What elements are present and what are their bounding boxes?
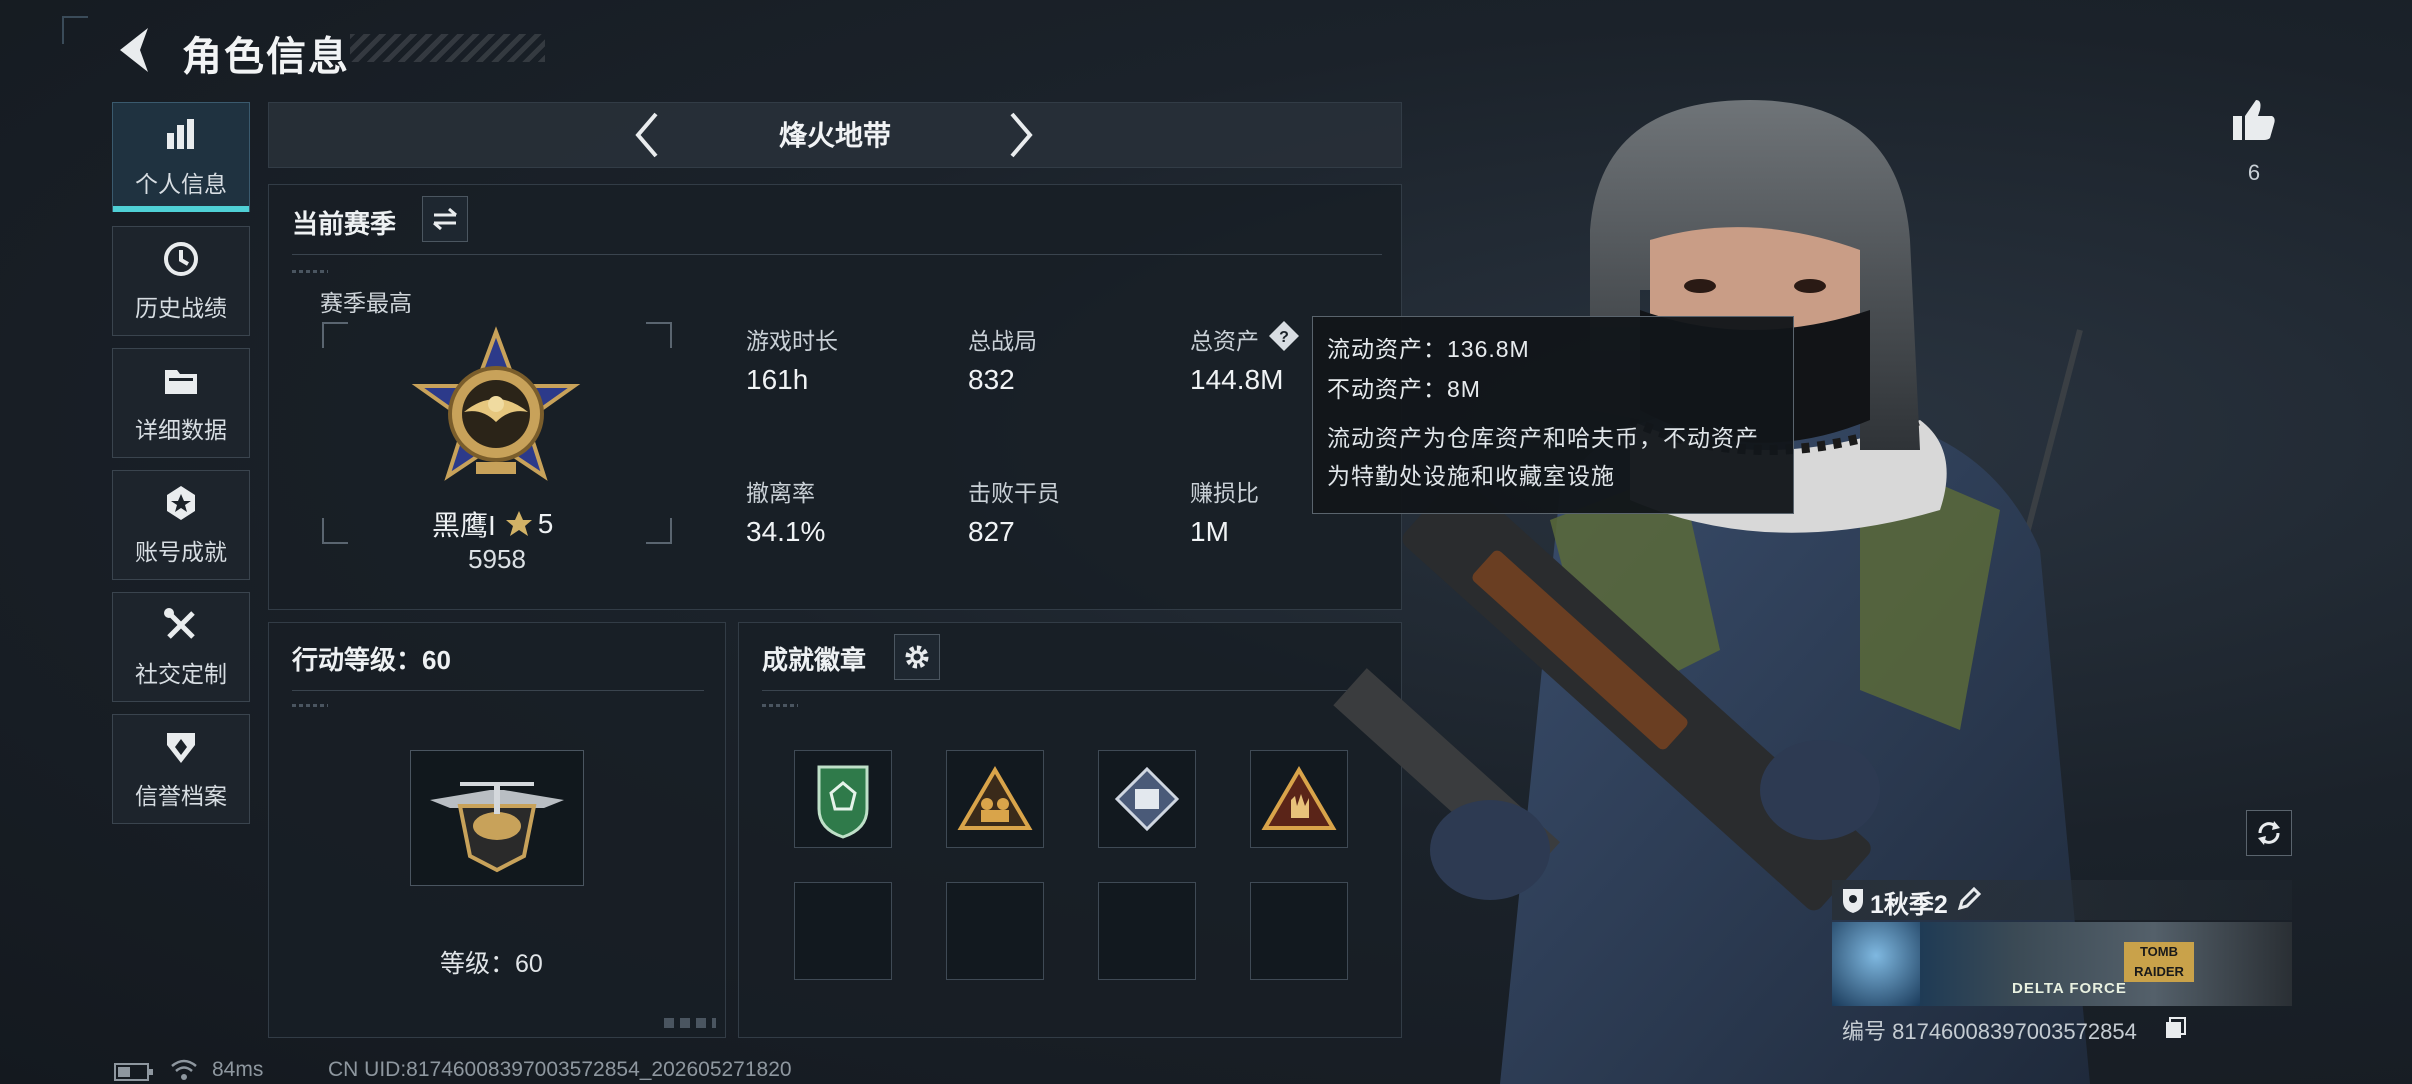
season-panel-title: 当前赛季 [292,209,397,239]
achievement-icon [167,486,195,520]
stat-label-extraction-rate: 撤离率 [746,480,815,506]
help-icon[interactable]: ? [1268,320,1300,352]
swap-icon [433,207,457,231]
chevron-left-icon[interactable] [630,110,664,160]
sidebar-item-reputation[interactable]: 信誉档案 [112,714,250,824]
banner-tomb-raider: TOMB RAIDER [2124,942,2194,982]
refresh-button[interactable] [2246,810,2292,856]
stat-label-total-assets: 总资产 [1190,328,1259,354]
tooltip-desc-line-2: 为特勤处设施和收藏室设施 [1327,463,1615,489]
back-arrow-icon[interactable] [110,22,160,78]
tools-icon [164,608,195,639]
decor-dots [292,270,328,273]
sidebar-item-label: 账号成就 [135,539,227,565]
sidebar-item-social[interactable]: 社交定制 [112,592,250,702]
battery-icon [114,1063,153,1081]
mode-selector-label: 烽火地带 [778,120,891,151]
chevron-right-icon[interactable] [1004,110,1038,160]
badge-slot-1[interactable] [794,750,892,848]
badge-slot-6[interactable] [946,882,1044,980]
wifi-icon [171,1059,197,1080]
header-stripes [350,34,545,62]
sidebar-item-achievements[interactable]: 账号成就 [112,470,250,580]
svg-text:?: ? [1279,329,1289,346]
divider [292,254,1382,255]
profile-banner[interactable]: DELTA FORCE TOMB RAIDER [1832,922,2292,1006]
like-count: 6 [2247,160,2261,185]
sidebar-item-label: 详细数据 [135,417,227,443]
badge-slot-3[interactable] [1098,750,1196,848]
decor-dots [292,704,328,707]
tooltip-liquid-assets: 流动资产：136.8M [1327,336,1530,362]
banner-portrait [1832,922,1920,1006]
stat-value-extraction-rate: 34.1% [746,516,826,547]
rank-shield-icon [1843,889,1863,913]
page-title: 角色信息 [182,35,350,79]
switch-season-button[interactable] [422,196,468,242]
stat-label-profit-loss: 赚损比 [1190,480,1259,506]
folder-icon [165,370,197,394]
gear-icon [905,645,929,669]
stat-value-operators-defeated: 827 [968,516,1015,547]
green-shield-badge-icon [817,765,869,839]
star-icon [505,511,532,536]
sidebar-item-detailed-data[interactable]: 详细数据 [112,348,250,458]
helicopter-emblem-icon [430,782,564,873]
badge-panel-title: 成就徽章 [762,645,867,675]
history-icon [164,242,198,276]
assets-tooltip: 流动资产：136.8M 不动资产：8M 流动资产为仓库资产和哈夫币，不动资产 为… [1312,316,1794,514]
sidebar-item-label: 历史战绩 [135,295,227,321]
action-level-text: 等级：60 [440,950,543,978]
frame-corner [646,518,672,544]
copy-icon[interactable] [2164,1016,2188,1040]
stat-label-total-matches: 总战局 [968,328,1037,354]
decor-marks [664,1018,716,1028]
uid-text: CN UID:81746008397003572854_202605271820 [328,1058,792,1081]
stat-label-operators-defeated: 击败干员 [968,480,1060,506]
badge-slot-7[interactable] [1098,882,1196,980]
shield-icon [167,733,195,763]
sidebar-item-label: 社交定制 [135,661,227,687]
sidebar-item-label: 个人信息 [135,171,227,197]
thumbs-up-icon[interactable] [2230,96,2278,144]
divider [762,690,1382,691]
decor-dots [762,704,798,707]
frame-corner [322,322,348,348]
profile-id: 编号 81746008397003572854 [1842,1019,2137,1044]
tooltip-desc-line-1: 流动资产为仓库资产和哈夫币，不动资产 [1327,425,1759,451]
triangle-figures-badge-icon [957,766,1033,830]
stat-value-total-matches: 832 [968,364,1015,395]
sidebar-item-personal-info[interactable]: 个人信息 [112,102,250,212]
tooltip-description: 流动资产为仓库资产和哈夫币，不动资产 为特勤处设施和收藏室设施 [1327,419,1779,495]
rank-medal-icon [411,326,581,481]
frame-corner [646,322,672,348]
badge-slot-2[interactable] [946,750,1044,848]
rank-title: 黑鹰I 5 [432,504,553,544]
badge-slot-5[interactable] [794,882,892,980]
season-best-label: 赛季最高 [320,290,412,316]
rank-stars: 5 [537,508,554,539]
profile-name: 1秋季2 [1870,891,1948,919]
edit-pencil-icon[interactable] [1956,886,1982,912]
stat-value-play-time: 161h [746,364,809,395]
stat-value-total-assets: 144.8M [1190,364,1284,395]
sidebar-item-history[interactable]: 历史战绩 [112,226,250,336]
ping-text: 84ms [212,1058,264,1081]
divider [292,690,704,691]
action-level-title: 行动等级：60 [292,645,451,675]
bar-chart-icon [167,119,194,149]
diamond-badge-icon [1114,766,1180,832]
frame-corner [322,518,348,544]
sidebar-item-label: 信誉档案 [135,783,227,809]
stat-value-profit-loss: 1M [1190,516,1229,547]
stat-label-play-time: 游戏时长 [746,328,838,354]
corner-decoration [62,16,88,44]
badge-settings-button[interactable] [894,634,940,680]
refresh-icon [2258,821,2280,845]
rank-name: 黑鹰I [432,510,496,541]
tooltip-fixed-assets: 不动资产：8M [1327,376,1481,402]
rank-score: 5958 [468,544,526,574]
banner-delta-force: DELTA FORCE [2012,980,2127,997]
